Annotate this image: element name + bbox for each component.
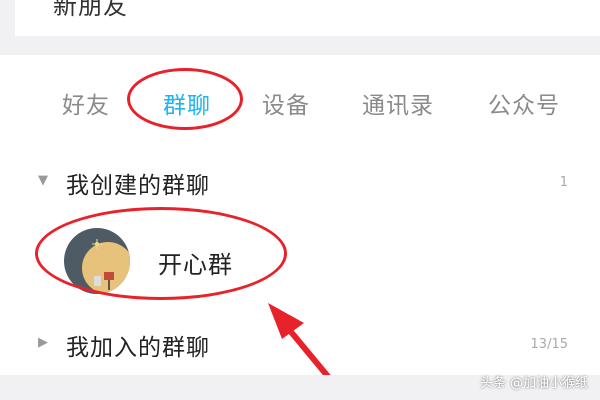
highlight-oval-group bbox=[35, 207, 287, 300]
tab-devices[interactable]: 设备 bbox=[262, 86, 310, 120]
highlight-oval-tab bbox=[127, 68, 243, 130]
tab-public-accounts[interactable]: 公众号 bbox=[488, 86, 560, 120]
new-friends-label: 新朋友 bbox=[53, 0, 128, 20]
expanded-triangle-icon: ▼ bbox=[38, 173, 48, 188]
new-friends-row[interactable]: 新朋友 bbox=[15, 0, 600, 36]
created-groups-count: 1 bbox=[559, 175, 568, 190]
tab-friends[interactable]: 好友 bbox=[62, 86, 110, 120]
tab-contacts[interactable]: 通讯录 bbox=[362, 86, 434, 120]
section-joined-label: 我加入的群聊 bbox=[66, 335, 210, 361]
watermark: 头条 @加油小猴纸 bbox=[479, 376, 588, 391]
section-created-label: 我创建的群聊 bbox=[66, 173, 210, 199]
collapsed-triangle-icon: ▶ bbox=[38, 335, 48, 350]
joined-groups-count: 13/15 bbox=[530, 337, 568, 352]
